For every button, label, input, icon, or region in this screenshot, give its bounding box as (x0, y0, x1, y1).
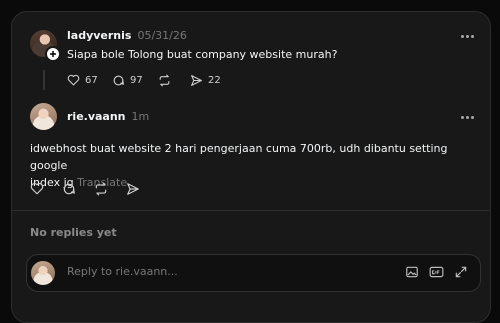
reply-more-icon[interactable] (461, 116, 474, 119)
follow-plus-icon[interactable] (45, 46, 61, 62)
image-icon[interactable] (405, 265, 419, 279)
heart-icon (30, 182, 44, 195)
post-repost-button[interactable] (158, 74, 171, 87)
post-share-count: 22 (208, 75, 221, 86)
post-like-button[interactable]: 67 (67, 74, 98, 86)
post-like-count: 67 (85, 74, 98, 86)
composer-avatar (31, 261, 55, 285)
post-header: ladyvernis 05/31/26 (67, 29, 187, 42)
comment-icon (63, 183, 75, 195)
section-divider (12, 210, 489, 211)
comment-icon (113, 75, 124, 86)
heart-icon (67, 74, 80, 86)
reply-author-avatar[interactable] (30, 103, 57, 130)
repost-icon (95, 182, 107, 196)
post-share-button[interactable]: 22 (190, 74, 221, 87)
reply-text-line-1: idwebhost buat website 2 hari pengerjaan… (30, 142, 448, 172)
reply-repost-button[interactable] (94, 182, 108, 196)
send-icon (191, 75, 202, 86)
post-date: 05/31/26 (137, 29, 187, 42)
reply-like-button[interactable] (30, 182, 44, 195)
post-author-name[interactable]: ladyvernis (67, 29, 131, 42)
reply-author-name[interactable]: rie.vaann (67, 110, 126, 123)
no-replies-label: No replies yet (30, 226, 117, 239)
post-comment-count: 97 (130, 75, 143, 86)
post-more-icon[interactable] (461, 35, 474, 38)
reply-input[interactable]: Reply to rie.vaann... (67, 265, 178, 278)
post-text: Siapa bole Tolong buat company website m… (67, 48, 338, 61)
repost-icon (159, 74, 170, 87)
reply-share-button[interactable] (126, 182, 140, 196)
expand-icon[interactable] (454, 265, 468, 279)
send-icon (127, 183, 139, 195)
thread-connector-line (43, 70, 45, 90)
reply-comment-button[interactable] (62, 182, 76, 196)
gif-icon[interactable] (429, 265, 444, 279)
post-comment-button[interactable]: 97 (112, 74, 143, 87)
reply-header: rie.vaann 1m (67, 110, 149, 123)
reply-time: 1m (131, 110, 150, 123)
